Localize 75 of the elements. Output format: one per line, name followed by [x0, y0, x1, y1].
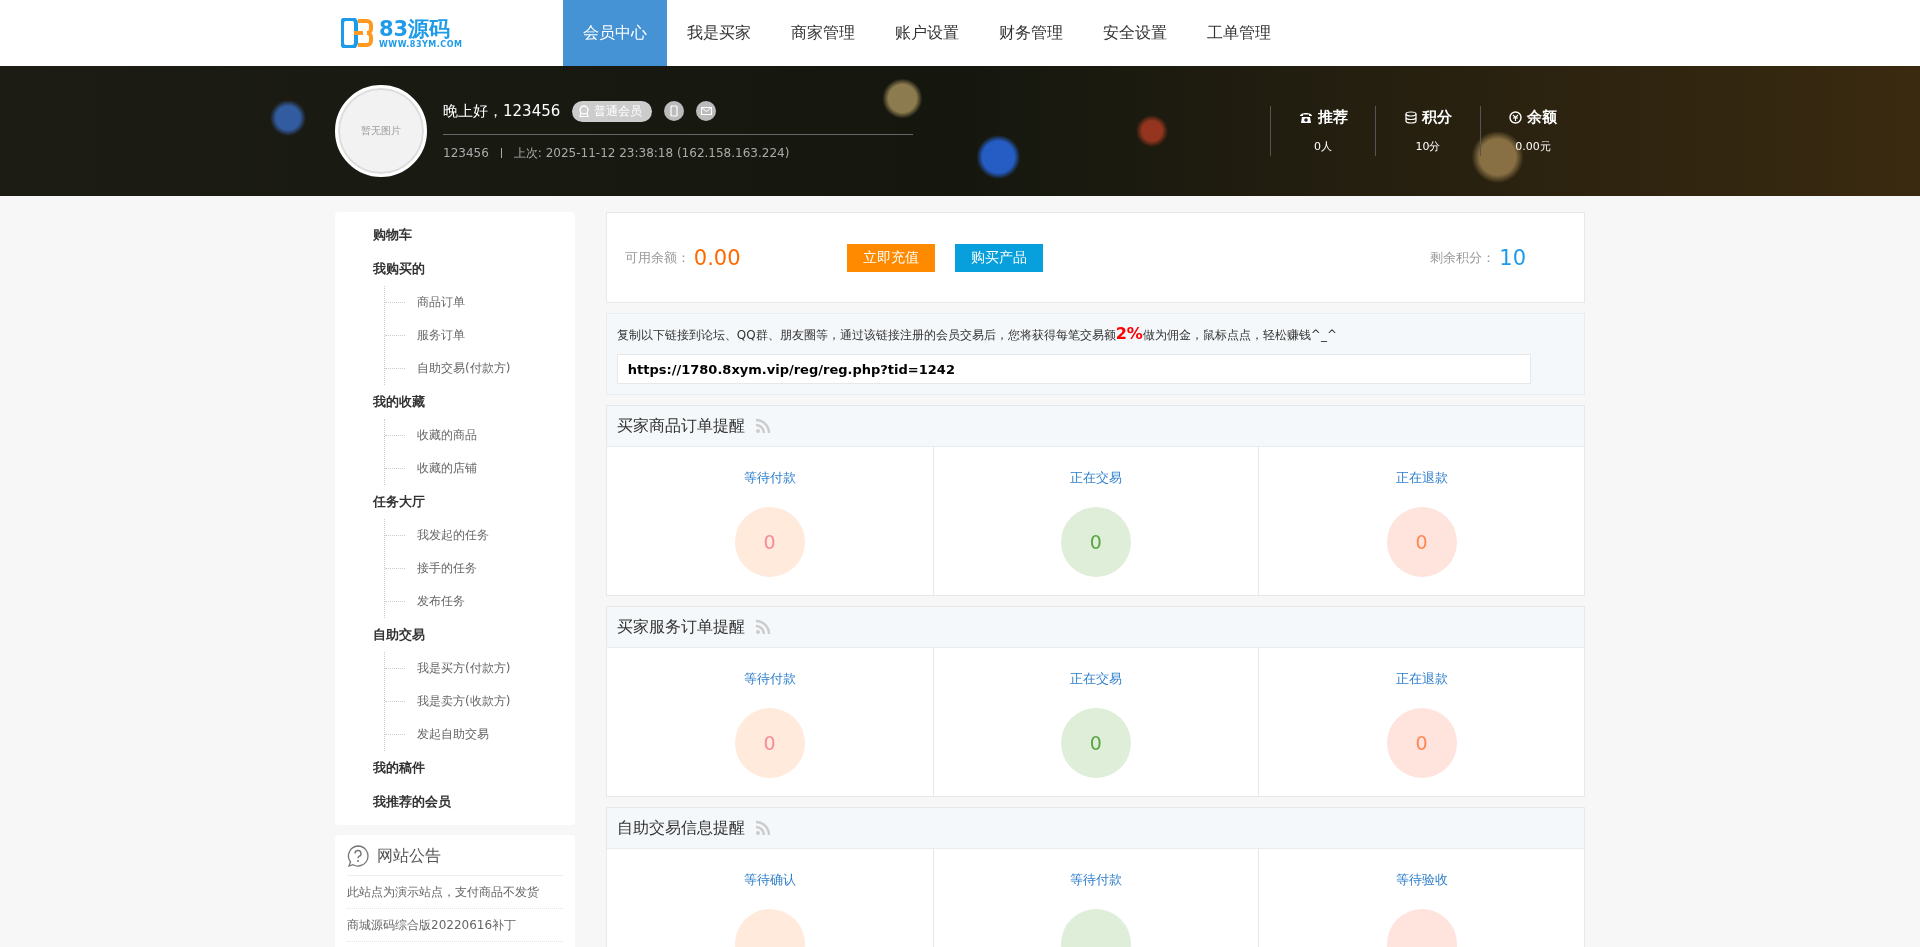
count-circle: 0 [734, 708, 805, 778]
points-value: 10 [1499, 245, 1526, 270]
panel-title: 自助交易信息提醒 [616, 817, 745, 839]
rss-icon [754, 619, 771, 635]
balance-label: 可用余额： [624, 248, 690, 267]
menu-item[interactable]: 我是卖方(收款方) [385, 685, 575, 718]
menu-item[interactable]: 我发起的任务 [385, 519, 575, 552]
nav-tab[interactable]: 会员中心 [563, 0, 667, 66]
stat-label: 余额 [1509, 108, 1557, 127]
count-circle: 0 [1386, 708, 1457, 778]
status-link[interactable]: 等待确认 [743, 871, 796, 889]
menu-item[interactable]: 我是买方(付款方) [385, 652, 575, 685]
username: 123456 [443, 146, 489, 160]
notice-link[interactable]: 商城源码综合版20220616补丁 [347, 909, 563, 942]
menu-item[interactable]: 发起自助交易 [385, 718, 575, 751]
stat-label: 积分 [1404, 108, 1452, 127]
status-link[interactable]: 等待付款 [1069, 871, 1122, 889]
points-label: 剩余积分： [1430, 248, 1496, 267]
nav-tab[interactable]: 财务管理 [979, 0, 1083, 66]
referral-text: 复制以下链接到论坛、QQ群、朋友圈等，通过该链接注册的会员交易后，您将获得每笔交易额2%做为佣金，鼠标点点，轻松赚钱^_^ [616, 324, 1338, 344]
logo-url: WWW.83YM.COM [379, 39, 463, 49]
nav-tab[interactable]: 商家管理 [771, 0, 875, 66]
nav-tab[interactable]: 账户设置 [875, 0, 979, 66]
menu-group[interactable]: 自助交易 [335, 618, 575, 652]
stat-label: 推荐 [1298, 108, 1348, 127]
menu-group[interactable]: 我购买的 [335, 252, 575, 286]
notice-link[interactable]: 此站点为演示站点，支付商品不发货 [347, 876, 563, 909]
last-login: 上次: 2025-11-12 23:38:18 (162.158.163.224) [513, 144, 790, 162]
count-circle: 0 [1060, 507, 1131, 577]
menu-item[interactable]: 自助交易(付款方) [385, 352, 575, 385]
menu-item[interactable]: 收藏的店铺 [385, 452, 575, 485]
phone-icon[interactable] [664, 101, 685, 121]
mail-icon[interactable] [696, 101, 717, 121]
referral-link-field[interactable]: https://1780.8xym.vip/reg/reg.php?tid=1242 [616, 354, 1531, 384]
balance-amount: 0.00 [693, 245, 741, 270]
medal-icon [578, 105, 591, 117]
rss-icon [754, 820, 771, 836]
status-link[interactable]: 正在退款 [1395, 469, 1448, 487]
panel-title: 买家商品订单提醒 [616, 415, 745, 437]
status-link[interactable]: 等待付款 [743, 469, 796, 487]
menu-item[interactable]: 接手的任务 [385, 552, 575, 585]
menu-item[interactable]: 发布任务 [385, 585, 575, 618]
logo-name: 83源码 [379, 17, 451, 40]
rss-icon [754, 418, 771, 434]
stat-value: 0人 [1314, 139, 1332, 154]
menu-group[interactable]: 购物车 [335, 218, 575, 252]
menu-item[interactable]: 商品订单 [385, 286, 575, 319]
stat-value: 0.00元 [1515, 139, 1551, 154]
menu-item[interactable]: 服务订单 [385, 319, 575, 352]
coins-icon [1404, 111, 1417, 124]
menu-group[interactable]: 我的收藏 [335, 385, 575, 419]
status-link[interactable]: 正在退款 [1395, 670, 1448, 688]
menu-group[interactable]: 我的稿件 [335, 751, 575, 785]
menu-group[interactable]: 我推荐的会员 [335, 785, 575, 819]
notice-title: 网站公告 [377, 845, 441, 867]
status-link[interactable]: 等待验收 [1395, 871, 1448, 889]
logo-icon [341, 18, 373, 48]
question-icon [347, 845, 369, 867]
greeting: 晚上好，123456 [443, 101, 561, 121]
menu-item[interactable]: 收藏的商品 [385, 419, 575, 452]
count-circle: 0 [734, 507, 805, 577]
menu-group[interactable]: 任务大厅 [335, 485, 575, 519]
stat-value: 10分 [1415, 139, 1441, 154]
panel-title: 买家服务订单提醒 [616, 616, 745, 638]
status-link[interactable]: 正在交易 [1069, 469, 1122, 487]
count-circle: 0 [1386, 507, 1457, 577]
avatar-caption: 暂无图片 [361, 124, 401, 138]
coin-icon [1509, 111, 1522, 124]
nav-tab[interactable]: 工单管理 [1187, 0, 1291, 66]
status-link[interactable]: 正在交易 [1069, 670, 1122, 688]
phone-icon [1298, 111, 1313, 124]
status-link[interactable]: 等待付款 [743, 670, 796, 688]
count-circle: 0 [1060, 708, 1131, 778]
nav-tab[interactable]: 安全设置 [1083, 0, 1187, 66]
nav-tab[interactable]: 我是买家 [667, 0, 771, 66]
